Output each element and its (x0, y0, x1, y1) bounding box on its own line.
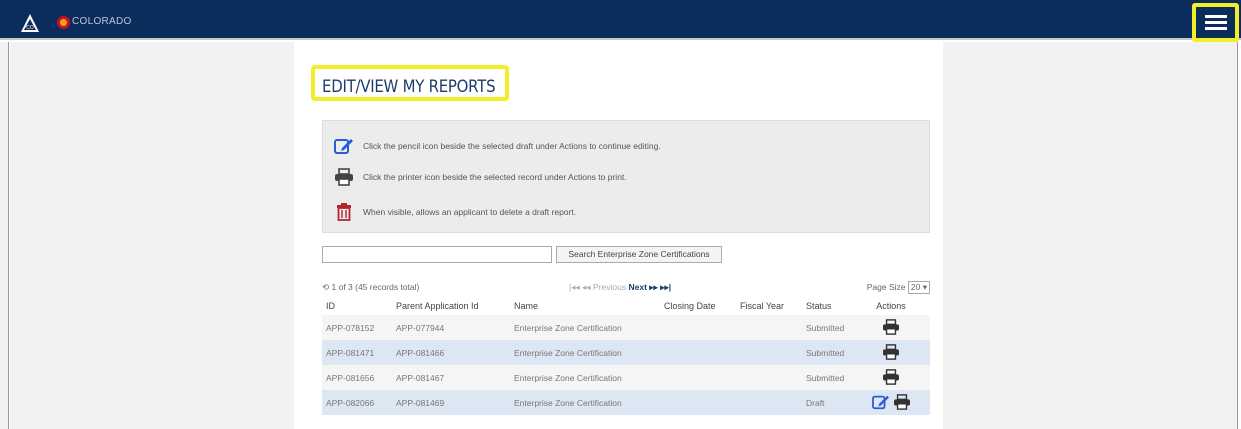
page-size-select[interactable]: 20 ▾ (907, 281, 930, 294)
menu-bar (1204, 27, 1227, 30)
instructions-panel: Click the pencil icon beside the selecte… (322, 120, 930, 233)
cell-closing-date (660, 340, 736, 365)
cell-parent-id: APP-081467 (392, 365, 510, 390)
cell-name: Enterprise Zone Certification (510, 340, 660, 365)
cell-parent-id: APP-081469 (392, 390, 510, 415)
printer-icon[interactable] (893, 393, 911, 412)
cell-closing-date (660, 365, 736, 390)
cell-status: Submitted (802, 365, 852, 390)
next-label: Next (628, 282, 647, 292)
cell-fiscal-year (736, 390, 802, 415)
cell-id: APP-081471 (322, 340, 392, 365)
cell-actions (852, 340, 930, 365)
cell-status: Submitted (802, 315, 852, 340)
column-header[interactable]: Fiscal Year (736, 297, 802, 315)
search-input[interactable] (322, 246, 552, 263)
page-size-label: Page Size (866, 282, 906, 292)
cell-closing-date (660, 315, 736, 340)
table-row: APP-078152 APP-077944 Enterprise Zone Ce… (322, 315, 930, 340)
page-title: EDIT/VIEW MY REPORTS (322, 77, 496, 97)
menu-bar (1204, 21, 1227, 24)
cell-id: APP-081656 (322, 365, 392, 390)
column-header[interactable]: ID (322, 297, 392, 315)
pager-navigation: |◂◂ ◂◂ Previous Next ▸▸ ▸▸| (569, 282, 671, 293)
right-gutter (943, 42, 1237, 429)
cell-name: Enterprise Zone Certification (510, 390, 660, 415)
left-border (0, 42, 9, 429)
search-enterprise-zone-button[interactable]: Search Enterprise Zone Certifications (556, 246, 722, 263)
printer-instruction-text: Click the printer icon beside the select… (363, 172, 627, 182)
right-border (1237, 42, 1238, 429)
pencil-icon (331, 137, 357, 155)
reports-table: ID Parent Application Id Name Closing Da… (322, 297, 930, 415)
colorado-flag-icon (57, 16, 70, 29)
cell-parent-id: APP-081466 (392, 340, 510, 365)
menu-bar (1204, 15, 1227, 18)
cell-actions (852, 315, 930, 340)
column-header[interactable]: Parent Application Id (392, 297, 510, 315)
cell-id: APP-078152 (322, 315, 392, 340)
first-page-icon[interactable]: |◂◂ (569, 282, 580, 292)
printer-icon (331, 168, 357, 186)
cell-fiscal-year (736, 315, 802, 340)
trash-icon (331, 203, 357, 221)
refresh-icon[interactable]: ⟲ (322, 282, 329, 292)
column-header[interactable]: Name (510, 297, 660, 315)
previous-page-link[interactable]: ◂◂ Previous (582, 282, 626, 292)
cell-closing-date (660, 390, 736, 415)
delete-instruction-text: When visible, allows an applicant to del… (363, 207, 577, 217)
column-header[interactable]: Closing Date (660, 297, 736, 315)
record-count: ⟲ 1 of 3 (45 records total) (322, 282, 419, 293)
table-header-row: ID Parent Application Id Name Closing Da… (322, 297, 930, 315)
left-gutter (10, 42, 294, 429)
colorado-mountain-logo-icon[interactable]: CO (20, 13, 40, 33)
hamburger-menu-button[interactable] (1192, 3, 1239, 42)
cell-status: Submitted (802, 340, 852, 365)
pencil-instruction-text: Click the pencil icon beside the selecte… (363, 141, 661, 151)
table-row: APP-081471 APP-081466 Enterprise Zone Ce… (322, 340, 930, 365)
previous-label: Previous (593, 282, 627, 292)
page-size-value: 20 (910, 282, 921, 292)
pager-bar: ⟲ 1 of 3 (45 records total) |◂◂ ◂◂ Previ… (322, 281, 930, 296)
svg-text:CO: CO (26, 25, 34, 31)
cell-name: Enterprise Zone Certification (510, 365, 660, 390)
cell-fiscal-year (736, 340, 802, 365)
printer-instruction: Click the printer icon beside the select… (331, 168, 627, 186)
printer-icon[interactable] (882, 318, 900, 337)
cell-actions (852, 365, 930, 390)
cell-name: Enterprise Zone Certification (510, 315, 660, 340)
table-row: APP-081656 APP-081467 Enterprise Zone Ce… (322, 365, 930, 390)
brand-text: COLORADO (72, 16, 132, 27)
cell-fiscal-year (736, 365, 802, 390)
pencil-instruction: Click the pencil icon beside the selecte… (331, 137, 661, 155)
last-page-icon[interactable]: ▸▸| (660, 282, 671, 292)
delete-instruction: When visible, allows an applicant to del… (331, 203, 576, 221)
record-count-text: 1 of 3 (45 records total) (331, 282, 420, 292)
column-header: Actions (876, 301, 906, 311)
column-header[interactable]: Status (802, 297, 852, 315)
pencil-icon[interactable] (871, 394, 890, 412)
top-nav-bar: CO COLORADO (0, 0, 1241, 42)
next-page-link[interactable]: Next ▸▸ (628, 282, 657, 292)
cell-actions (852, 390, 930, 415)
cell-status: Draft (802, 390, 852, 415)
table-row: APP-082066 APP-081469 Enterprise Zone Ce… (322, 390, 930, 415)
page-size: Page Size 20 ▾ (867, 281, 930, 294)
cell-id: APP-082066 (322, 390, 392, 415)
printer-icon[interactable] (882, 368, 900, 387)
cell-parent-id: APP-077944 (392, 315, 510, 340)
printer-icon[interactable] (882, 343, 900, 362)
